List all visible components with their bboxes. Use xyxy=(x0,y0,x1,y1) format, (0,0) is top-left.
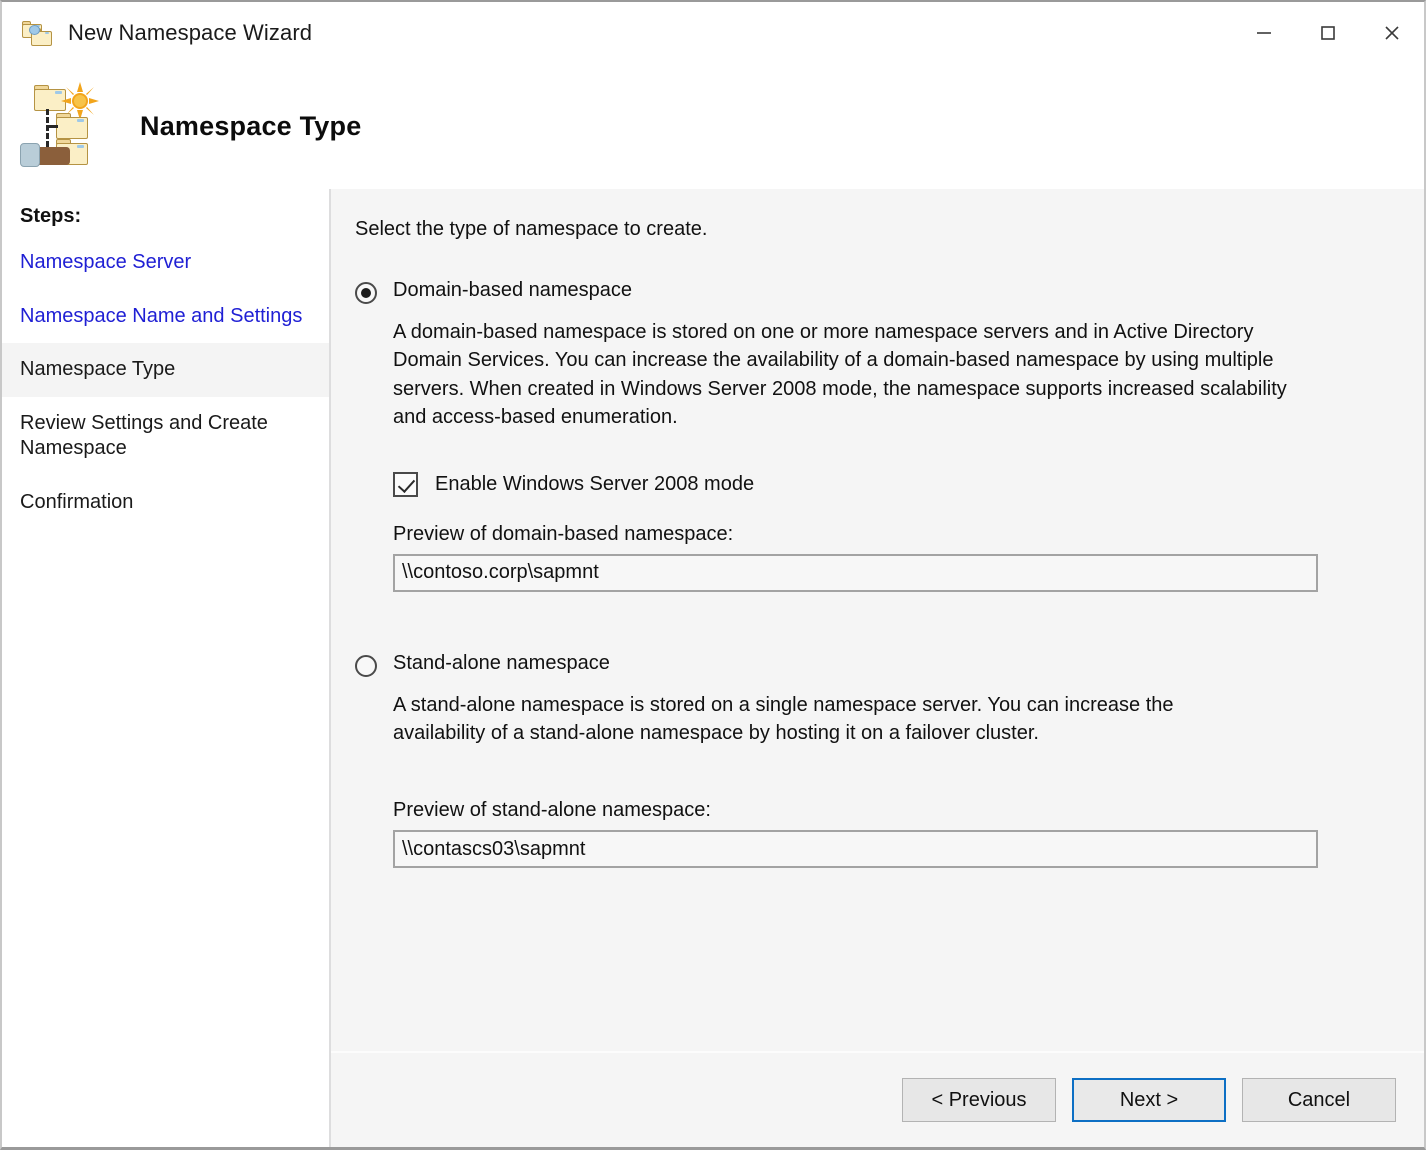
steps-sidebar: Steps: Namespace Server Namespace Name a… xyxy=(2,189,331,1147)
preview-label-stand-alone: Preview of stand-alone namespace: xyxy=(393,799,711,822)
wizard-header: Namespace Type xyxy=(2,64,1424,189)
content-panel: Select the type of namespace to create. … xyxy=(331,189,1424,1147)
page-title: Namespace Type xyxy=(140,111,362,141)
sidebar-item-namespace-name-and-settings[interactable]: Namespace Name and Settings xyxy=(2,290,329,344)
option-stand-alone: Stand-alone namespace A stand-alone name… xyxy=(355,652,1398,869)
radio-label-domain-based: Domain-based namespace xyxy=(393,279,633,301)
preview-field-stand-alone: \\contascs03\sapmnt xyxy=(393,830,1318,869)
cancel-button[interactable]: Cancel xyxy=(1242,1078,1396,1122)
preview-field-domain-based: \\contoso.corp\sapmnt xyxy=(393,553,1318,592)
next-button[interactable]: Next > xyxy=(1072,1078,1226,1122)
checkbox-label-2008-mode: Enable Windows Server 2008 mode xyxy=(435,472,755,495)
description-domain-based: A domain-based namespace is stored on on… xyxy=(393,321,1287,429)
sidebar-item-namespace-server[interactable]: Namespace Server xyxy=(2,236,329,290)
intro-text: Select the type of namespace to create. xyxy=(355,218,708,240)
radio-label-stand-alone: Stand-alone namespace xyxy=(393,651,610,674)
sidebar-item-namespace-type[interactable]: Namespace Type xyxy=(2,343,329,397)
footer-button-bar: < Previous Next > Cancel xyxy=(331,1051,1424,1147)
window-controls xyxy=(1232,2,1424,64)
description-stand-alone: A stand-alone namespace is stored on a s… xyxy=(393,693,1174,744)
radio-row-domain-based[interactable]: Domain-based namespace xyxy=(355,279,1398,304)
maximize-icon[interactable] xyxy=(1296,2,1360,64)
wizard-window: New Namespace Wizard Namespace Type Step… xyxy=(0,0,1426,1150)
wizard-body: Steps: Namespace Server Namespace Name a… xyxy=(2,189,1424,1147)
close-icon[interactable] xyxy=(1360,2,1424,64)
sidebar-item-review-settings-and-create-namespace: Review Settings and Create Namespace xyxy=(20,411,268,460)
option-domain-based: Domain-based namespace A domain-based na… xyxy=(355,279,1398,592)
namespace-type-icon xyxy=(16,81,102,173)
window-title: New Namespace Wizard xyxy=(68,20,313,45)
radio-domain-based-icon[interactable] xyxy=(355,282,377,304)
preview-label-domain-based: Preview of domain-based namespace: xyxy=(393,522,734,545)
checkbox-2008-mode-icon[interactable] xyxy=(393,471,418,497)
steps-heading: Steps: xyxy=(20,205,82,227)
title-bar: New Namespace Wizard xyxy=(2,2,1424,64)
namespace-wizard-icon xyxy=(22,19,54,47)
previous-button[interactable]: < Previous xyxy=(902,1078,1056,1122)
radio-stand-alone-icon[interactable] xyxy=(355,654,377,677)
radio-row-stand-alone[interactable]: Stand-alone namespace xyxy=(355,652,1398,677)
sidebar-item-confirmation: Confirmation xyxy=(20,490,134,513)
minimize-icon[interactable] xyxy=(1232,2,1296,64)
checkbox-row-2008-mode[interactable]: Enable Windows Server 2008 mode xyxy=(393,471,1398,497)
